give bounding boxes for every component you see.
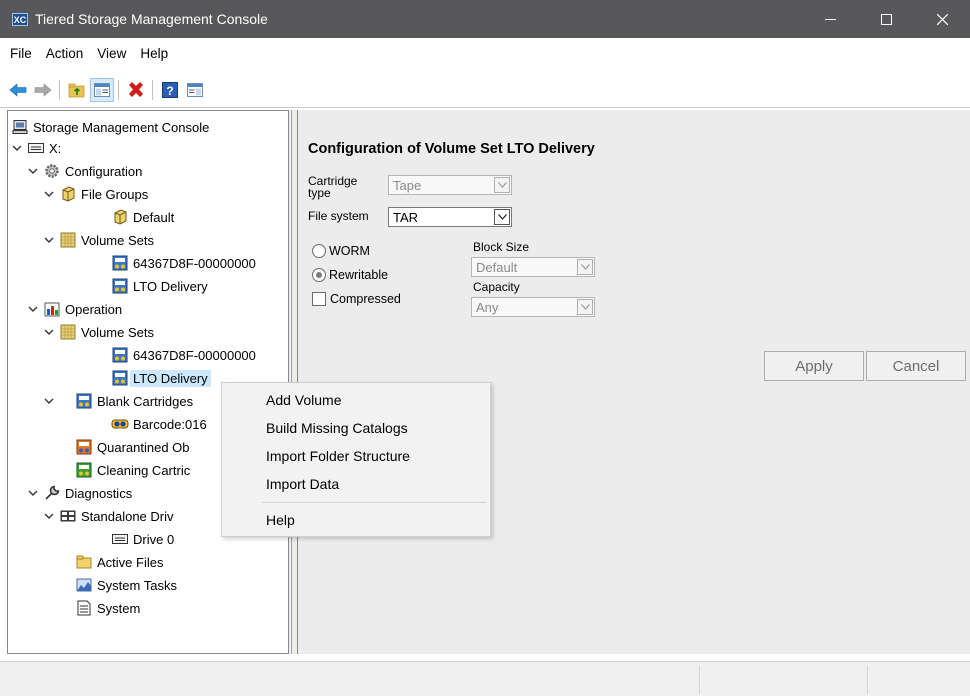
file-group-icon [111, 208, 129, 226]
file-system-select[interactable]: TAR [388, 207, 512, 227]
chevron-down-icon[interactable] [27, 165, 39, 177]
chevron-down-icon[interactable] [27, 487, 39, 499]
back-arrow-icon[interactable] [6, 78, 30, 102]
forward-arrow-icon[interactable] [31, 78, 55, 102]
title-bar: XC Tiered Storage Management Console [0, 0, 970, 38]
tree-item-diagnostics[interactable]: Diagnostics [27, 482, 132, 504]
chevron-down-icon[interactable] [27, 303, 39, 315]
standalone-drive-icon [59, 507, 77, 525]
tree-item-system-tasks[interactable]: System Tasks [75, 574, 177, 596]
tree-item-quarantined[interactable]: Quarantined Ob [75, 436, 190, 458]
svg-text:?: ? [166, 84, 173, 98]
close-button[interactable] [914, 0, 970, 38]
compressed-checkbox[interactable]: Compressed [312, 292, 401, 306]
chevron-down-icon [494, 209, 510, 225]
app-logo-icon: XC [12, 12, 28, 26]
config-title: Configuration of Volume Set LTO Delivery [308, 141, 595, 157]
tree-item-drive[interactable]: X: [11, 137, 61, 159]
quarantine-cartridge-icon [75, 438, 93, 456]
cartridge-type-select[interactable]: Tape [388, 175, 512, 195]
properties-icon[interactable] [183, 78, 207, 102]
cancel-button[interactable]: Cancel [866, 351, 966, 381]
context-menu-import-data[interactable]: Import Data [266, 476, 339, 492]
tree-item-op-volume-set[interactable]: 64367D8F-00000000 [111, 344, 256, 366]
menu-file[interactable]: File [0, 46, 39, 61]
chevron-down-icon [494, 177, 510, 193]
tree-item-barcode[interactable]: Barcode:016 [111, 413, 207, 435]
gear-icon [43, 162, 61, 180]
menu-help[interactable]: Help [133, 46, 175, 61]
tape-cartridge-icon [111, 277, 129, 295]
capacity-label: Capacity [473, 280, 520, 294]
tree-item-default[interactable]: Default [111, 206, 174, 228]
worm-radio[interactable]: WORM [312, 244, 370, 258]
show-hide-tree-icon[interactable] [90, 78, 114, 102]
console-computer-icon [11, 118, 29, 136]
delete-icon[interactable] [124, 78, 148, 102]
volume-sets-icon [59, 231, 77, 249]
help-icon[interactable]: ? [158, 78, 182, 102]
volume-sets-icon [59, 323, 77, 341]
context-menu-add-volume[interactable]: Add Volume [266, 392, 342, 408]
tree-item-blank-cartridges[interactable]: Blank Cartridges [44, 390, 193, 412]
context-menu-import-folder-structure[interactable]: Import Folder Structure [266, 448, 410, 464]
tree-item-standalone[interactable]: Standalone Driv [43, 505, 174, 527]
tape-cartridge-icon [111, 369, 129, 387]
chevron-down-icon[interactable] [43, 234, 55, 246]
system-tasks-chart-icon [75, 576, 93, 594]
context-menu: Add Volume Build Missing Catalogs Import… [221, 382, 491, 537]
window-title: Tiered Storage Management Console [35, 11, 268, 27]
tree-item-drive0[interactable]: Drive 0 [111, 528, 174, 550]
status-bar [0, 661, 970, 696]
file-system-label: File system [308, 209, 369, 223]
operation-chart-icon [43, 300, 61, 318]
up-folder-icon[interactable] [65, 78, 89, 102]
rewritable-radio[interactable]: Rewritable [312, 268, 388, 282]
tree-item-volume-sets[interactable]: Volume Sets [43, 229, 154, 251]
tape-cartridge-icon [111, 346, 129, 364]
tree-item-op-volume-set-selected[interactable]: LTO Delivery [111, 367, 211, 389]
context-menu-help[interactable]: Help [266, 512, 295, 528]
tree-item-op-volume-sets[interactable]: Volume Sets [43, 321, 154, 343]
tree-item-root[interactable]: Storage Management Console [11, 116, 209, 138]
minimize-button[interactable] [802, 0, 858, 38]
tape-reel-icon [111, 415, 129, 433]
maximize-button[interactable] [858, 0, 914, 38]
tree-item-active-files[interactable]: Active Files [75, 551, 163, 573]
menu-view[interactable]: View [90, 46, 133, 61]
tree-item-cleaning[interactable]: Cleaning Cartric [75, 459, 190, 481]
tree-item-volume-set[interactable]: 64367D8F-00000000 [111, 252, 256, 274]
chevron-down-icon [577, 259, 593, 275]
tree-item-operation[interactable]: Operation [27, 298, 122, 320]
drive-icon [27, 139, 45, 157]
chevron-down-icon[interactable] [43, 510, 55, 522]
tape-cartridge-icon [75, 392, 93, 410]
wrench-icon [43, 484, 61, 502]
chevron-down-icon [577, 299, 593, 315]
cartridge-type-label: Cartridge type [308, 174, 358, 200]
document-icon [75, 599, 93, 617]
folder-icon [75, 553, 93, 571]
tree-item-file-groups[interactable]: File Groups [43, 183, 148, 205]
capacity-select[interactable]: Any [471, 297, 595, 317]
menu-bar: File Action View Help [0, 42, 175, 64]
chevron-down-icon[interactable] [43, 188, 55, 200]
apply-button[interactable]: Apply [764, 351, 864, 381]
context-menu-build-missing-catalogs[interactable]: Build Missing Catalogs [266, 420, 408, 436]
menu-action[interactable]: Action [39, 46, 91, 61]
cleaning-cartridge-icon [75, 461, 93, 479]
file-group-icon [59, 185, 77, 203]
tree-item-volume-set[interactable]: LTO Delivery [111, 275, 208, 297]
drive-icon [111, 530, 129, 548]
chevron-down-icon[interactable] [43, 326, 55, 338]
block-size-select[interactable]: Default [471, 257, 595, 277]
block-size-label: Block Size [473, 240, 530, 254]
tape-cartridge-icon [111, 254, 129, 272]
tree-item-configuration[interactable]: Configuration [27, 160, 142, 182]
tree-item-system[interactable]: System [75, 597, 140, 619]
toolbar: ? [0, 78, 207, 102]
context-menu-separator [262, 502, 486, 503]
chevron-down-icon[interactable] [43, 395, 55, 407]
chevron-down-icon[interactable] [11, 142, 23, 154]
